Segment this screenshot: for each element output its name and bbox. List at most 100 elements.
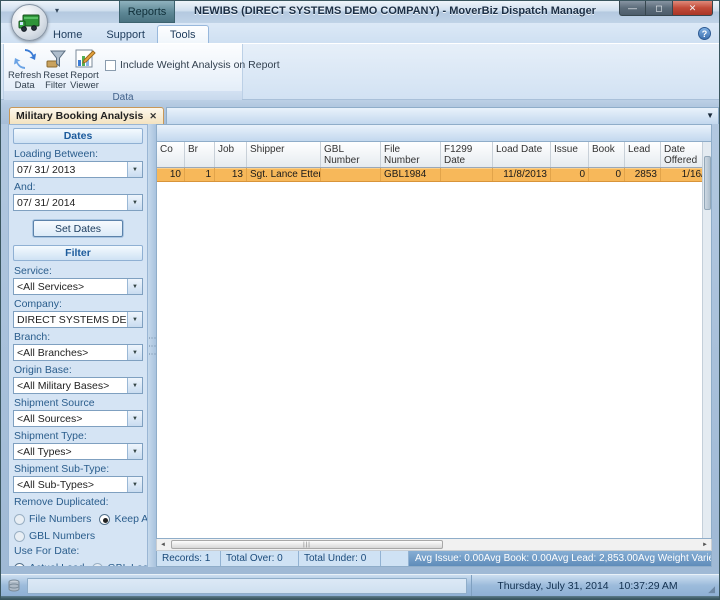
column-header[interactable]: GBL Number bbox=[321, 142, 381, 167]
application-menu-button[interactable] bbox=[11, 4, 48, 41]
chevron-down-icon[interactable]: ▼ bbox=[127, 345, 142, 360]
report-viewer-button[interactable]: Report Viewer bbox=[70, 46, 99, 91]
filter-combo-2[interactable]: <All Branches> ▼ bbox=[13, 344, 143, 361]
filter-combo-4[interactable]: <All Sources> ▼ bbox=[13, 410, 143, 427]
help-icon[interactable]: ? bbox=[698, 27, 711, 40]
column-header[interactable]: Br bbox=[185, 142, 215, 167]
include-weight-analysis-checkbox[interactable]: Include Weight Analysis on Report bbox=[104, 58, 280, 72]
scroll-right-arrow-icon[interactable]: ► bbox=[699, 539, 711, 550]
chevron-down-icon[interactable]: ▼ bbox=[127, 411, 142, 426]
grid-cell[interactable]: 0 bbox=[551, 168, 589, 181]
tab-list-dropdown-icon[interactable]: ▼ bbox=[706, 111, 714, 120]
tab-tools[interactable]: Tools bbox=[156, 25, 209, 43]
radio-keep-all[interactable] bbox=[99, 513, 111, 525]
grid-cell[interactable]: Sgt. Lance Etter bbox=[247, 168, 321, 181]
chevron-down-icon[interactable]: ▼ bbox=[127, 195, 142, 210]
radio-label[interactable]: GBL Load bbox=[107, 562, 147, 566]
column-header[interactable]: Issue bbox=[551, 142, 589, 167]
reset-filter-button[interactable]: Reset Filter bbox=[43, 46, 68, 91]
horizontal-scrollbar-thumb[interactable]: ||| bbox=[171, 540, 443, 549]
chevron-down-icon[interactable]: ▼ bbox=[127, 312, 142, 327]
filter-section-header[interactable]: Filter bbox=[13, 245, 143, 261]
contextual-tab-reports[interactable]: Reports bbox=[119, 1, 175, 23]
chevron-down-icon[interactable]: ▼ bbox=[127, 378, 142, 393]
filter-combo-0[interactable]: <All Services> ▼ bbox=[13, 278, 143, 295]
set-dates-button[interactable]: Set Dates bbox=[33, 220, 123, 237]
grid-cell[interactable]: 1/16/20 bbox=[661, 168, 702, 181]
resize-grip[interactable] bbox=[703, 575, 715, 596]
chevron-down-icon[interactable]: ▼ bbox=[127, 444, 142, 459]
column-header[interactable]: Job bbox=[215, 142, 247, 167]
radio-gbl-numbers[interactable] bbox=[14, 530, 25, 542]
tab-military-booking-analysis[interactable]: Military Booking Analysis ✕ bbox=[9, 107, 164, 124]
grid-cell[interactable]: 1 bbox=[185, 168, 215, 181]
filter-sidebar: Dates Loading Between: 07/ 31/ 2013 ▼ An… bbox=[8, 124, 148, 567]
radio-label[interactable]: File Numbers bbox=[29, 513, 91, 525]
column-header[interactable]: Load Date bbox=[493, 142, 551, 167]
horizontal-scrollbar[interactable]: ◄ ||| ► bbox=[156, 539, 712, 551]
radio-label[interactable]: Keep All bbox=[114, 513, 147, 525]
dates-section-header[interactable]: Dates bbox=[13, 128, 143, 144]
checkbox-icon[interactable] bbox=[104, 59, 116, 71]
filter-value[interactable]: <All Branches> bbox=[14, 345, 127, 360]
radio-actual-load[interactable] bbox=[14, 562, 25, 566]
filter-combo-3[interactable]: <All Military Bases> ▼ bbox=[13, 377, 143, 394]
column-header[interactable]: Date Offered bbox=[661, 142, 702, 167]
grid-cell[interactable]: 0 bbox=[589, 168, 625, 181]
remove-duplicated-label: Remove Duplicated: bbox=[14, 496, 109, 508]
footer-counts: Records: 1 Total Over: 0 Total Under: 0 bbox=[157, 551, 409, 566]
filter-combo-5[interactable]: <All Types> ▼ bbox=[13, 443, 143, 460]
column-header[interactable]: Lead bbox=[625, 142, 661, 167]
button-label: Report Viewer bbox=[70, 70, 99, 91]
column-header[interactable]: Book bbox=[589, 142, 625, 167]
filter-value[interactable]: DIRECT SYSTEMS DEMO COM bbox=[14, 312, 127, 327]
radio-label[interactable]: GBL Numbers bbox=[29, 530, 95, 542]
scroll-left-arrow-icon[interactable]: ◄ bbox=[157, 539, 169, 550]
chevron-down-icon[interactable]: ▼ bbox=[127, 477, 142, 492]
filter-value[interactable]: <All Sources> bbox=[14, 411, 127, 426]
maximize-button[interactable]: ◻ bbox=[646, 1, 673, 16]
grid-cell[interactable] bbox=[441, 168, 493, 181]
grid-cell[interactable] bbox=[321, 168, 381, 181]
column-header[interactable]: F1299 Date bbox=[441, 142, 493, 167]
date-to-value[interactable]: 07/ 31/ 2014 bbox=[14, 195, 127, 210]
status-message-field bbox=[27, 577, 467, 594]
column-header[interactable]: Shipper bbox=[247, 142, 321, 167]
vertical-scrollbar-thumb[interactable] bbox=[704, 156, 711, 210]
column-header[interactable]: File Number bbox=[381, 142, 441, 167]
checkbox-label: Include Weight Analysis on Report bbox=[119, 59, 280, 71]
date-from-picker[interactable]: 07/ 31/ 2013 ▼ bbox=[13, 161, 143, 178]
close-tab-icon[interactable]: ✕ bbox=[149, 111, 157, 122]
filter-value[interactable]: <All Services> bbox=[14, 279, 127, 294]
filter-value[interactable]: <All Types> bbox=[14, 444, 127, 459]
date-to-picker[interactable]: 07/ 31/ 2014 ▼ bbox=[13, 194, 143, 211]
radio-gbl-load[interactable] bbox=[92, 562, 104, 566]
chevron-down-icon[interactable]: ▼ bbox=[127, 162, 142, 177]
radio-file-numbers[interactable] bbox=[14, 513, 25, 525]
grid-cell[interactable]: 13 bbox=[215, 168, 247, 181]
filter-label-4: Shipment Source bbox=[14, 397, 95, 409]
grid-cell[interactable]: GBL1984 bbox=[381, 168, 441, 181]
column-header[interactable]: Co bbox=[157, 142, 185, 167]
radio-label[interactable]: Actual Load bbox=[29, 562, 84, 566]
date-from-value[interactable]: 07/ 31/ 2013 bbox=[14, 162, 127, 177]
grid-selected-row[interactable]: 10 1 13 Sgt. Lance Etter GBL1984 11/8/2013 0 0 2… bbox=[157, 168, 702, 182]
minimize-button[interactable]: — bbox=[619, 1, 646, 16]
grid-cell[interactable]: 2853 bbox=[625, 168, 661, 181]
grid-cell[interactable]: 10 bbox=[157, 168, 185, 181]
sidebar-splitter-handle[interactable]: ⋮⋮⋮ bbox=[148, 124, 157, 567]
filter-combo-6[interactable]: <All Sub-Types> ▼ bbox=[13, 476, 143, 493]
filter-value[interactable]: <All Military Bases> bbox=[14, 378, 127, 393]
tab-support[interactable]: Support bbox=[94, 26, 157, 43]
close-button[interactable]: ✕ bbox=[673, 1, 713, 16]
chevron-down-icon[interactable]: ▼ bbox=[127, 279, 142, 294]
filter-value[interactable]: <All Sub-Types> bbox=[14, 477, 127, 492]
vertical-scrollbar[interactable] bbox=[702, 142, 711, 538]
filter-combo-1[interactable]: DIRECT SYSTEMS DEMO COM▼ bbox=[13, 311, 143, 328]
quick-access-dropdown[interactable]: ▾ bbox=[55, 6, 59, 15]
title-bar[interactable]: ▾ Reports NEWIBS (DIRECT SYSTEMS DEMO CO… bbox=[1, 1, 719, 41]
tab-home[interactable]: Home bbox=[41, 26, 94, 43]
refresh-data-button[interactable]: Refresh Data bbox=[8, 46, 41, 91]
avg-book: Avg Book: 0.00 bbox=[483, 553, 552, 564]
grid-cell[interactable]: 11/8/2013 bbox=[493, 168, 551, 181]
